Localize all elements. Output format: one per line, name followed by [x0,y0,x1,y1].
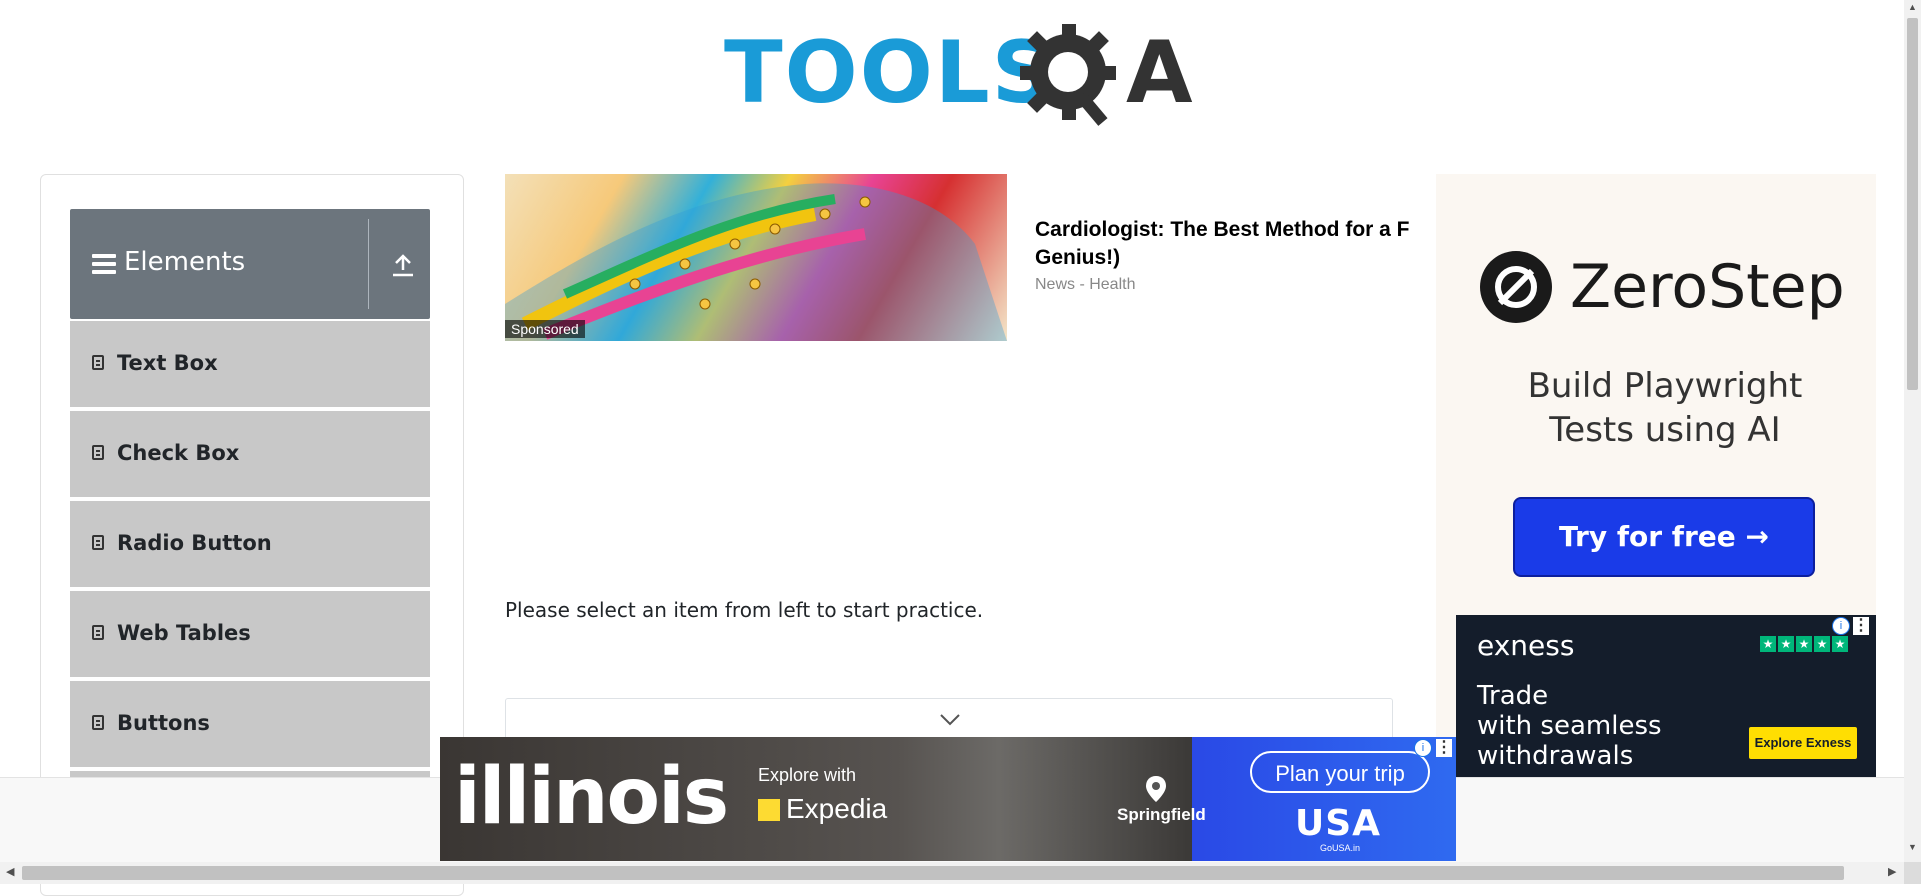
exness-tagline-line-1: Trade [1477,681,1549,711]
collapse-arrow-icon[interactable] [390,253,416,279]
group-title: Elements [124,247,246,277]
banner-location: Springfield [1117,805,1206,824]
sidebar-item-check-box[interactable]: Check Box [70,411,430,499]
sidebar-item-label: Web Tables [117,621,251,645]
sidebar-item-label: Buttons [117,711,210,735]
gear-magnifier-icon [1020,24,1116,126]
banner-brand: illinois [454,752,729,842]
sponsored-title-line-1: Cardiologist: The Best Method for a F [1035,218,1410,241]
exness-ad[interactable]: exness ★ ★ ★ ★ ★ Trade with seamless withdra… [1456,615,1876,777]
banner-menu-icon[interactable]: ⋮ [1436,739,1452,757]
zerostep-tagline: Build Playwright Tests using AI [1450,364,1880,452]
banner-usa-logo: USA [1295,803,1382,844]
document-icon [92,535,104,550]
exness-tagline-line-3: withdrawals [1477,741,1634,771]
document-icon [92,625,104,640]
location-pin-icon [1146,776,1166,802]
foot-illustration-image [505,183,1007,341]
elements-group-header[interactable]: Elements [70,209,430,319]
scroll-down-icon[interactable]: ▼ [1908,842,1917,852]
logo-text-a: A [1126,23,1193,123]
zerostep-logo-icon [1480,251,1552,323]
sidebar-item-buttons[interactable]: Buttons [70,681,430,769]
horizontal-scrollbar[interactable]: ◀ ▶ [0,862,1904,884]
sidebar-item-text-box[interactable]: Text Box [70,321,430,409]
banner-gousa: GoUSA.in [1320,843,1361,853]
document-icon [92,355,104,370]
expedia-logo-icon [758,799,780,821]
ad-info-icon[interactable]: i [1832,617,1850,635]
sidebar-item-web-tables[interactable]: Web Tables [70,591,430,679]
explore-exness-button[interactable]: Explore Exness [1749,727,1857,759]
banner-info-icon[interactable]: i [1414,739,1432,757]
header-divider [368,219,369,309]
sponsored-title[interactable]: Cardiologist: The Best Method for a F Ge… [1035,216,1435,272]
exness-tagline: Trade with seamless withdrawals [1477,681,1662,771]
scrollbar-corner [1904,862,1921,884]
trustpilot-stars-icon: ★ ★ ★ ★ ★ [1760,635,1850,653]
toolsqa-logo[interactable]: TOOLS A [724,20,1193,130]
try-for-free-button[interactable]: Try for free → [1513,497,1815,577]
ad-menu-icon[interactable]: ⋮ [1853,617,1869,635]
sidebar-item-label: Radio Button [117,531,272,555]
banner-partner: Expedia [758,793,887,825]
horizontal-scroll-thumb[interactable] [22,866,1844,880]
sidebar-item-label: Check Box [117,441,240,465]
sidebar-item-label: Text Box [117,351,218,375]
illinois-banner-ad[interactable]: illinois Explore with Expedia Springfiel… [440,737,1456,861]
practice-instruction: Please select an item from left to start… [505,598,984,622]
zerostep-brand: ZeroStep [1570,252,1845,322]
logo-text-tools: TOOLS [724,23,1056,123]
banner-partner-name: Expedia [786,793,888,824]
scroll-left-icon[interactable]: ◀ [6,865,14,878]
vertical-scroll-thumb[interactable] [1907,18,1918,390]
scroll-up-icon[interactable]: ▲ [1908,2,1917,12]
document-icon [92,445,104,460]
sponsored-image[interactable] [505,174,1007,341]
scroll-right-icon[interactable]: ▶ [1888,865,1896,878]
zerostep-tagline-line-1: Build Playwright [1527,366,1803,406]
sponsored-badge: Sponsored [505,320,585,338]
sponsored-source: News - Health [1035,276,1136,293]
sponsored-title-line-2: Genius!) [1035,246,1121,269]
zerostep-tagline-line-2: Tests using AI [1549,410,1781,450]
chevron-down-icon[interactable] [939,713,961,727]
banner-explore-with: Explore with [758,765,857,785]
hamburger-icon [92,254,116,274]
exness-tagline-line-2: with seamless [1477,711,1662,741]
plan-your-trip-button[interactable]: Plan your trip [1250,751,1430,793]
document-icon [92,715,104,730]
sidebar-item-radio-button[interactable]: Radio Button [70,501,430,589]
exness-brand: exness [1477,629,1575,662]
vertical-scrollbar[interactable]: ▲ ▼ [1904,0,1921,884]
